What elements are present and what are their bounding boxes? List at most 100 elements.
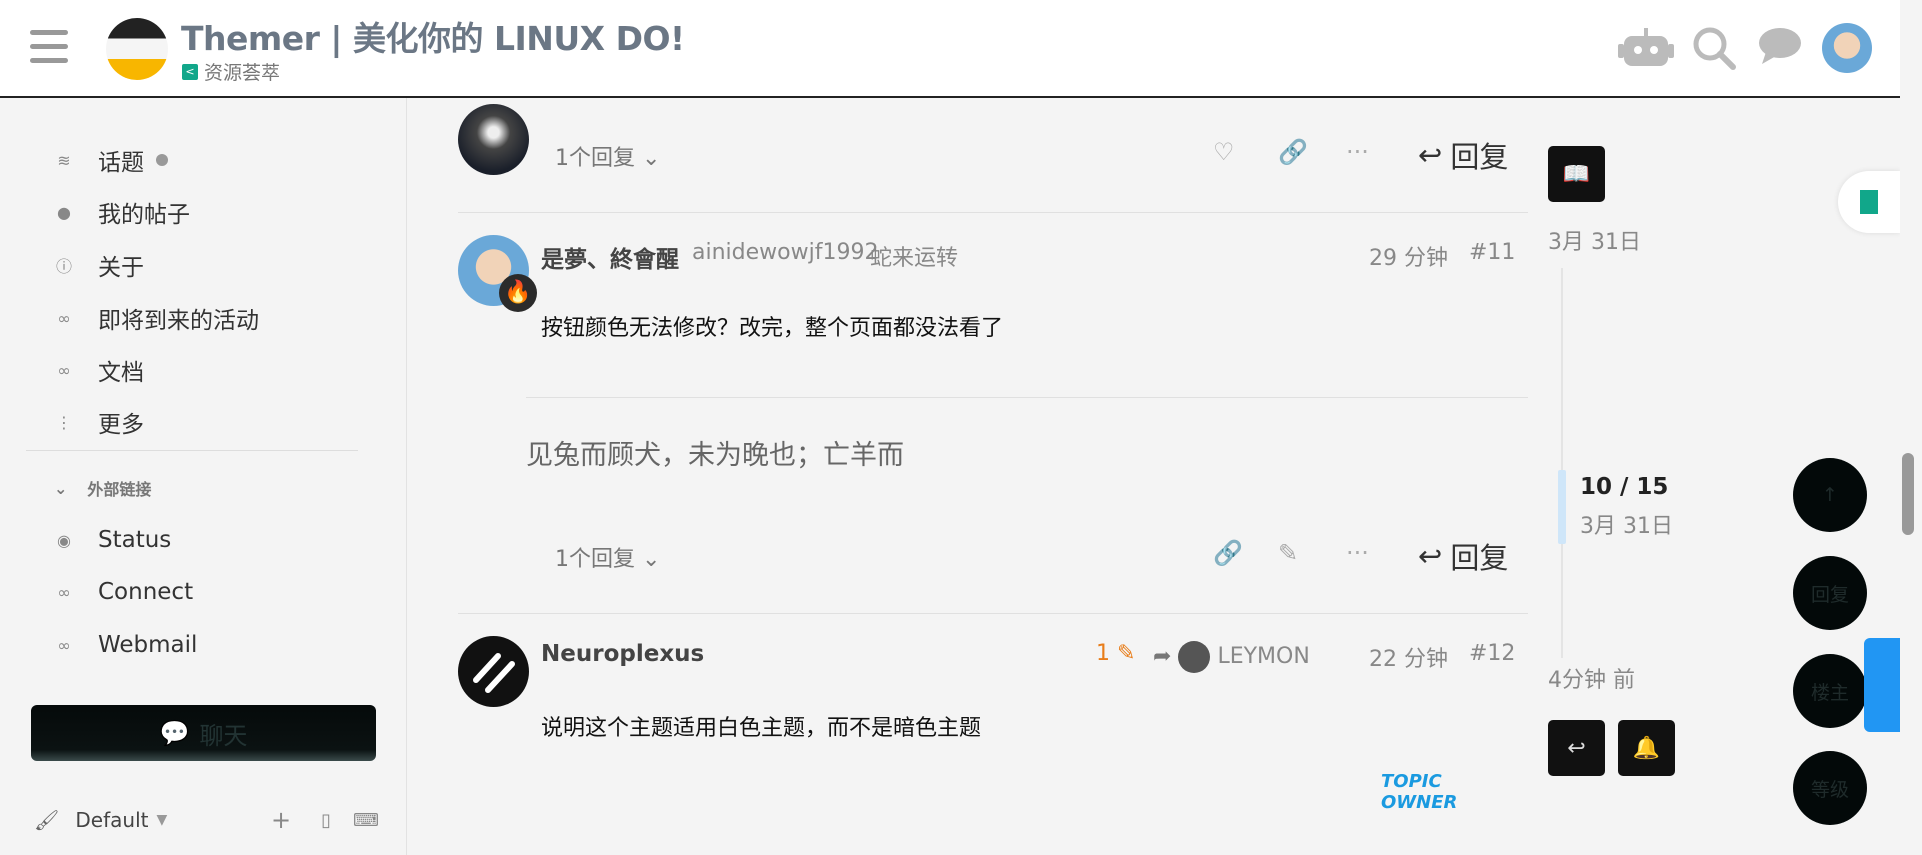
timeline-end-label[interactable]: 4分钟 前 (1548, 662, 1635, 694)
unread-dot (156, 154, 168, 166)
sidebar-item-label: 更多 (98, 412, 144, 438)
sidebar-item-my-posts[interactable]: ● 我的帖子 (54, 195, 190, 229)
chat-icon: 💬 (159, 719, 190, 747)
timeline-position-date: 3月 31日 (1580, 514, 1673, 539)
brush-icon: 🖌 (34, 808, 60, 832)
user-avatar[interactable] (1822, 23, 1872, 73)
more-icon[interactable]: ··· (1346, 539, 1369, 567)
flame-badge-icon: 🔥 (499, 274, 537, 312)
sidebar-item-webmail[interactable]: ∞ Webmail (54, 628, 197, 662)
reply-to-tab[interactable]: ➦ LEYMON (1153, 641, 1310, 673)
info-icon: ⓘ (55, 257, 72, 276)
post-time[interactable]: 22 分钟 (1369, 641, 1448, 673)
sidebar-footer: 🖌 Default ▼ + ▯ ⌨ (34, 806, 379, 834)
sidebar-item-topics[interactable]: ≋ 话题 (54, 143, 168, 177)
reply-arrow-icon: ↩ (1418, 138, 1443, 172)
bookmark-icon (1860, 190, 1878, 214)
chat-label: 聊天 (199, 721, 248, 750)
search-icon[interactable] (1692, 26, 1736, 79)
theme-selector[interactable]: Default (75, 808, 148, 832)
link-icon[interactable]: 🔗 (1278, 138, 1308, 166)
topic-timeline: 📖 3月 31日 10 / 15 3月 31日 4分钟 前 ↩ 🔔 (1548, 98, 1748, 855)
more-icon[interactable]: ··· (1346, 138, 1369, 166)
sidebar-item-connect[interactable]: ∞ Connect (54, 575, 193, 609)
slash-logo-icon (473, 653, 515, 693)
sidebar-item-docs[interactable]: ∞ 文档 (54, 353, 144, 387)
fab-owner-button[interactable]: 楼主 (1793, 654, 1867, 728)
share-icon: < (182, 63, 198, 80)
replies-toggle[interactable]: 1个回复 ⌄ (555, 140, 660, 172)
keyboard-icon[interactable]: ⌨ (353, 810, 379, 831)
timeline-track[interactable] (1561, 268, 1563, 658)
timeline-start-date[interactable]: 3月 31日 (1548, 224, 1641, 256)
sidebar-item-label: Connect (98, 579, 194, 605)
post-body: 按钮颜色无法修改？改完，整个页面都没法看了 (541, 316, 1004, 341)
reply-to-avatar (1178, 641, 1211, 673)
reply-topic-button[interactable]: ↩ (1548, 720, 1605, 776)
edit-icon[interactable]: ✎ (1278, 539, 1298, 567)
reply-arrow-icon: ↩ (1418, 539, 1443, 573)
group-title: 外部链接 (87, 480, 152, 499)
sidebar-item-status[interactable]: ◉ Status (54, 523, 171, 557)
chat-bubble-icon[interactable] (1758, 26, 1802, 75)
chevron-down-icon: ⌄ (642, 146, 661, 171)
topic-category[interactable]: < 资源荟萃 (182, 58, 280, 85)
summary-button[interactable]: 📖 (1548, 146, 1605, 202)
sidebar-item-label: 文档 (98, 360, 144, 386)
bell-icon: 🔔 (1632, 735, 1661, 761)
fab-reply-button[interactable]: 回复 (1793, 556, 1867, 630)
edit-count[interactable]: 1 ✎ (1096, 641, 1135, 666)
like-icon[interactable]: ♡ (1213, 138, 1235, 166)
chat-button[interactable]: 💬 聊天 (31, 705, 376, 761)
category-label: 资源荟萃 (204, 62, 281, 84)
site-logo[interactable] (106, 18, 168, 80)
topic-title[interactable]: Themer | 美化你的 LINUX DO! (181, 12, 685, 60)
sidebar-item-label: Webmail (98, 632, 198, 658)
post-handle[interactable]: ainidewowjf1992 (692, 240, 878, 265)
post-number[interactable]: #12 (1469, 641, 1515, 666)
scrollbar-thumb[interactable] (1902, 453, 1914, 535)
scroll-top-button[interactable]: ↑ (1793, 458, 1867, 532)
notification-button[interactable]: 🔔 (1618, 720, 1675, 776)
post-number[interactable]: #11 (1469, 240, 1515, 265)
bookmark-tab[interactable] (1838, 171, 1900, 233)
robot-icon[interactable] (1618, 26, 1674, 79)
post-divider (458, 613, 1528, 614)
post-divider (458, 212, 1528, 213)
post-time[interactable]: 29 分钟 (1369, 240, 1448, 272)
sidebar-group-header[interactable]: ⌄ 外部链接 (54, 476, 151, 500)
sidebar-item-about[interactable]: ⓘ 关于 (54, 248, 144, 282)
post-controls: 1个回复 ⌄ ♡ 🔗 ··· ↩ 回复 (408, 130, 1518, 180)
site-header: Themer | 美化你的 LINUX DO! < 资源荟萃 (0, 0, 1900, 98)
side-panel-tab[interactable] (1864, 638, 1900, 732)
replies-toggle[interactable]: 1个回复 ⌄ (555, 541, 660, 573)
user-icon: ● (57, 202, 71, 222)
link-icon[interactable]: 🔗 (1213, 539, 1243, 567)
fab-level-button[interactable]: 等级 (1793, 751, 1867, 825)
chevron-down-icon: ⌄ (54, 478, 68, 498)
scrollbar-track[interactable] (1900, 0, 1922, 855)
link-icon: ∞ (57, 308, 71, 328)
mobile-icon[interactable]: ▯ (321, 810, 331, 831)
eye-icon: ◉ (57, 530, 71, 550)
hamburger-menu-icon[interactable] (30, 30, 68, 64)
reply-button[interactable]: ↩ 回复 (1418, 535, 1508, 577)
post-controls: 1个回复 ⌄ 🔗 ✎ ··· ↩ 回复 (408, 531, 1518, 581)
signature-divider (526, 397, 1528, 398)
add-icon[interactable]: + (271, 806, 291, 834)
post-username[interactable]: Neuroplexus (541, 641, 704, 667)
post-body: 说明这个主题适用白色主题，而不是暗色主题 (541, 716, 982, 741)
post-avatar[interactable] (458, 636, 529, 707)
post-username[interactable]: 是夢、終會醒 (541, 240, 679, 274)
pencil-icon: ✎ (1110, 641, 1136, 666)
caret-down-icon[interactable]: ▼ (156, 812, 167, 828)
sidebar-item-more[interactable]: ⋮ 更多 (54, 405, 144, 439)
user-title: 蛇来运转 (870, 246, 959, 271)
reply-button[interactable]: ↩ 回复 (1418, 134, 1508, 176)
sidebar-item-label: Status (98, 527, 172, 553)
sidebar-item-events[interactable]: ∞ 即将到来的活动 (54, 301, 259, 335)
timeline-handle[interactable] (1558, 470, 1566, 544)
chevron-down-icon: ⌄ (642, 547, 661, 572)
layers-icon: ≋ (57, 150, 71, 170)
link-icon: ∞ (57, 360, 71, 380)
